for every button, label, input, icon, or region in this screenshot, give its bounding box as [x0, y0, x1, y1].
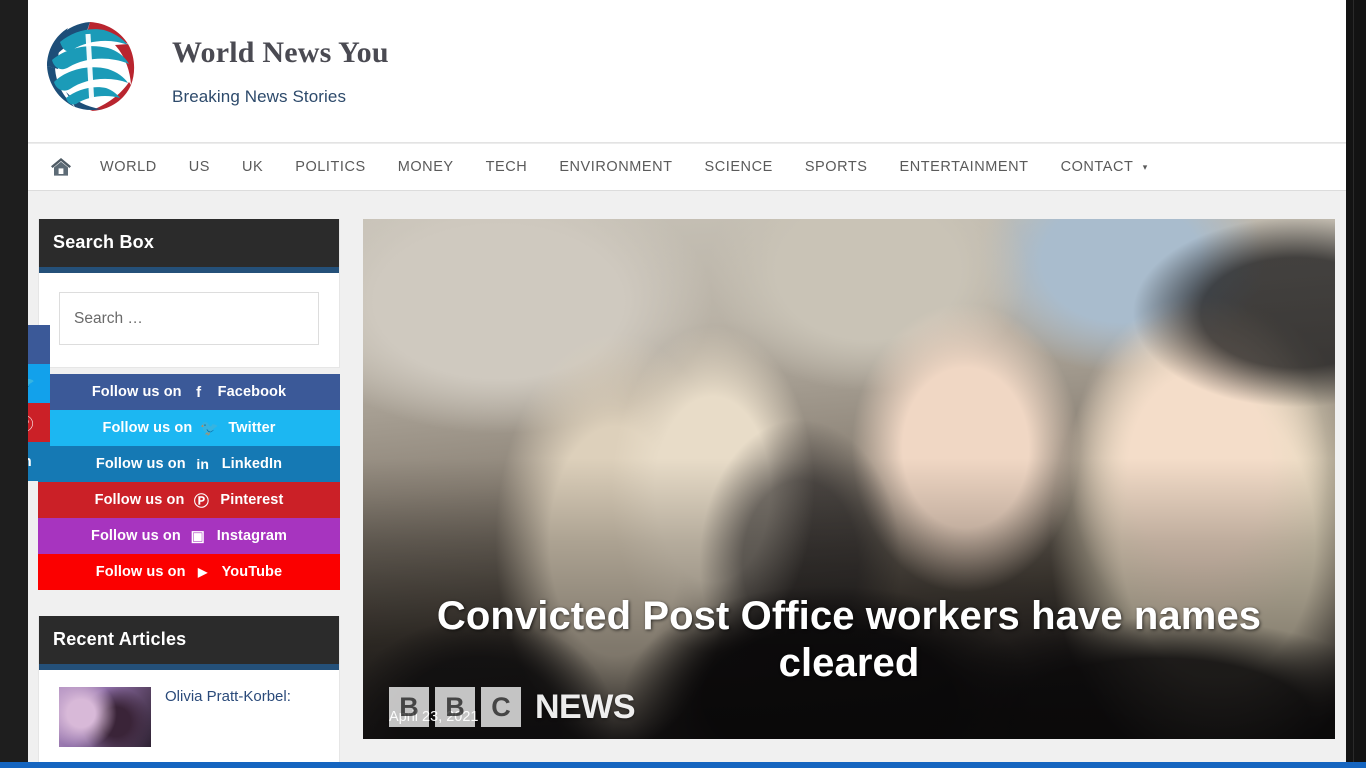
- nav-item-label: US: [188, 159, 210, 175]
- nav-item-sports[interactable]: SPORTS: [789, 159, 884, 175]
- follow-prefix: Follow us on: [102, 420, 193, 436]
- widget-header: Recent Articles: [39, 616, 339, 670]
- site-brand[interactable]: World News You Breaking News Stories: [36, 12, 389, 120]
- instagram-icon: ▣: [190, 528, 205, 545]
- follow-network-label: Instagram: [216, 528, 287, 544]
- youtube-icon: ▶: [197, 565, 208, 579]
- linkedin-icon: in: [196, 456, 210, 472]
- follow-button-facebook[interactable]: Follow us on f Facebook: [38, 374, 340, 410]
- follow-network-label: Pinterest: [220, 492, 284, 508]
- follow-prefix: Follow us on: [95, 456, 186, 472]
- scrollbar-track[interactable]: [1353, 0, 1354, 768]
- screen: World News You Breaking News Stories WOR…: [0, 0, 1366, 768]
- featured-article[interactable]: Convicted Post Office workers have names…: [363, 219, 1335, 739]
- bbc-news-watermark: B B C NEWS: [389, 687, 636, 727]
- nav-item-us[interactable]: US: [173, 159, 226, 175]
- nav-item-label: CONTACT: [1060, 159, 1134, 175]
- nav-item-label: SCIENCE: [704, 159, 773, 175]
- widget-header: Search Box: [39, 219, 339, 273]
- follow-button-youtube[interactable]: Follow us on ▶ YouTube: [38, 554, 340, 590]
- nav-item-money[interactable]: MONEY: [382, 159, 470, 175]
- site-title[interactable]: World News You: [172, 36, 389, 69]
- bbc-letter-box: B: [389, 687, 429, 727]
- facebook-icon: f: [196, 383, 202, 401]
- bbc-letter-box: C: [481, 687, 521, 727]
- follow-button-linkedin[interactable]: Follow us on in LinkedIn: [38, 446, 340, 482]
- page-title[interactable]: Convicted Post Office workers have names…: [389, 593, 1309, 687]
- follow-network-label: Twitter: [228, 420, 276, 436]
- follow-button-pinterest[interactable]: Follow us on Ⓟ Pinterest: [38, 482, 340, 518]
- nav-item-label: POLITICS: [295, 159, 366, 175]
- nav-item-label: UK: [241, 159, 264, 175]
- main-content: Convicted Post Office workers have names…: [363, 219, 1335, 739]
- follow-us-list: Follow us on f Facebook Follow us on 🐦 T…: [38, 374, 340, 590]
- twitter-icon: 🐦: [199, 420, 219, 437]
- nav-item-label: SPORTS: [804, 159, 868, 175]
- follow-button-twitter[interactable]: Follow us on 🐦 Twitter: [38, 410, 340, 446]
- nav-item-tech[interactable]: TECH: [470, 159, 544, 175]
- site-masthead: World News You Breaking News Stories: [28, 0, 1346, 143]
- widget-body: Olivia Pratt-Korbel:: [39, 670, 339, 768]
- pinterest-icon: Ⓟ: [193, 492, 209, 510]
- nav-item-label: WORLD: [100, 159, 157, 175]
- follow-prefix: Follow us on: [91, 384, 182, 400]
- nav-item-politics[interactable]: POLITICS: [279, 159, 381, 175]
- content-area: Search Box Follow us on f Facebook Follo…: [28, 191, 1346, 768]
- follow-network-label: LinkedIn: [221, 456, 283, 472]
- brand-text-block: World News You Breaking News Stories: [172, 12, 389, 107]
- globe-logo-icon: [36, 12, 144, 120]
- chevron-down-icon: ▾: [1142, 162, 1148, 172]
- nav-item-environment[interactable]: ENVIRONMENT: [543, 159, 688, 175]
- follow-network-label: Facebook: [217, 384, 287, 400]
- recent-widget-title: Recent Articles: [53, 629, 187, 649]
- follow-network-label: YouTube: [221, 564, 283, 580]
- browser-scrollbar[interactable]: [1346, 0, 1366, 768]
- home-icon[interactable]: [38, 157, 84, 177]
- nav-item-world[interactable]: WORLD: [84, 159, 173, 175]
- page-body: World News You Breaking News Stories WOR…: [28, 0, 1346, 768]
- follow-prefix: Follow us on: [95, 564, 186, 580]
- nav-item-label: MONEY: [397, 159, 454, 175]
- search-widget-title: Search Box: [53, 232, 155, 252]
- browser-bottom-bar: [0, 762, 1366, 768]
- recent-articles-widget: Recent Articles Olivia Pratt-Korbel:: [38, 616, 340, 768]
- follow-button-instagram[interactable]: Follow us on ▣ Instagram: [38, 518, 340, 554]
- follow-prefix: Follow us on: [94, 492, 185, 508]
- nav-item-label: TECH: [485, 159, 528, 175]
- search-input[interactable]: [59, 292, 319, 345]
- nav-item-label: ENVIRONMENT: [559, 159, 673, 175]
- nav-item-entertainment[interactable]: ENTERTAINMENT: [884, 159, 1045, 175]
- recent-article-title[interactable]: Olivia Pratt-Korbel:: [165, 687, 291, 707]
- bbc-letter-box: B: [435, 687, 475, 727]
- nav-item-contact[interactable]: CONTACT ▾: [1045, 159, 1164, 175]
- widget-body: [39, 273, 339, 367]
- list-item[interactable]: Olivia Pratt-Korbel:: [59, 684, 319, 747]
- sidebar: Search Box Follow us on f Facebook Follo…: [38, 219, 340, 768]
- nav-item-label: ENTERTAINMENT: [899, 159, 1029, 175]
- browser-left-chrome: [0, 0, 28, 768]
- nav-list: WORLD US UK POLITICS MONEY TECH ENVIRONM…: [84, 159, 1164, 175]
- primary-navigation: WORLD US UK POLITICS MONEY TECH ENVIRONM…: [28, 143, 1346, 191]
- nav-item-science[interactable]: SCIENCE: [689, 159, 789, 175]
- search-box-widget: Search Box: [38, 219, 340, 368]
- follow-prefix: Follow us on: [90, 528, 181, 544]
- site-tagline: Breaking News Stories: [172, 87, 347, 106]
- article-thumbnail: [59, 687, 151, 747]
- nav-item-uk[interactable]: UK: [226, 159, 279, 175]
- bbc-news-word: NEWS: [535, 687, 636, 726]
